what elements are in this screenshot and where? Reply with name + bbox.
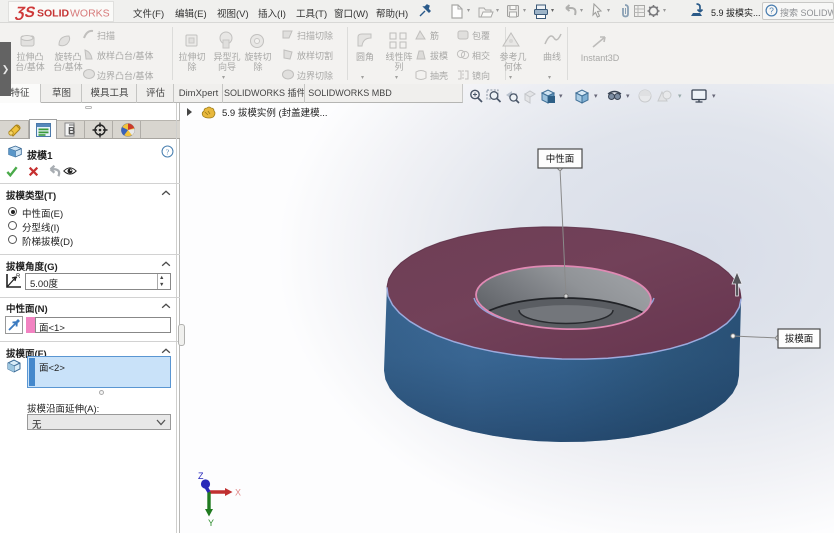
svg-text:ƷS: ƷS [14,4,37,20]
svg-text:?: ? [769,6,774,16]
svg-text:WORKS: WORKS [70,8,110,20]
svg-text:B: B [68,126,75,137]
svg-text:拔模面: 拔模面 [785,333,814,345]
svg-text:X: X [235,488,241,498]
svg-text:5.9 拔模实例 (封盖建模...: 5.9 拔模实例 (封盖建模... [222,107,328,119]
svg-text:R: R [16,274,21,280]
svg-text:Y: Y [208,518,214,528]
svg-text:?: ? [166,148,170,157]
svg-text:SOLID: SOLID [37,8,70,20]
svg-text:Z: Z [198,471,204,481]
svg-text:中性面: 中性面 [546,153,575,165]
